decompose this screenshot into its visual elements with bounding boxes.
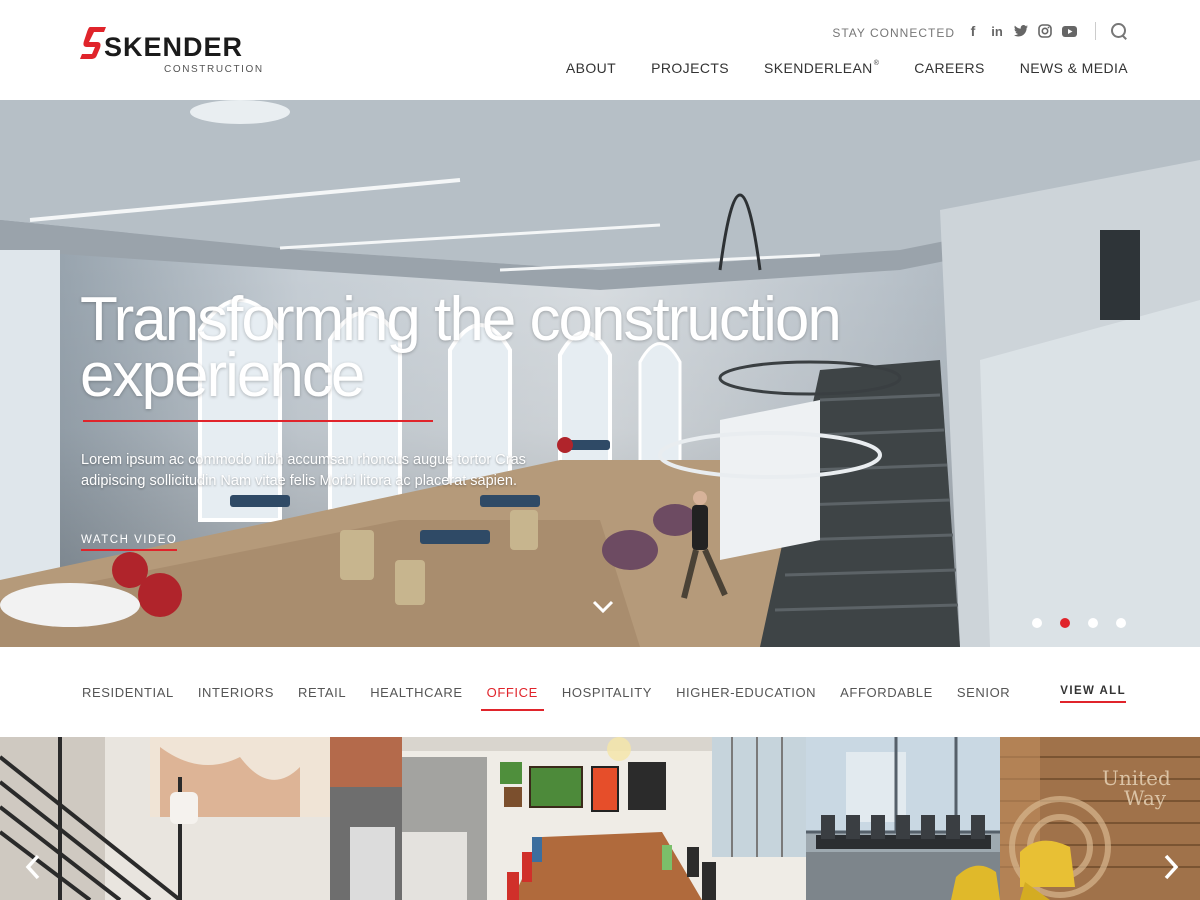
tab-retail[interactable]: RETAIL [298, 685, 346, 705]
skender-logo[interactable]: SKENDER CONSTRUCTION [80, 26, 270, 78]
united-way-sign-line2: Way [1124, 786, 1167, 810]
hero-banner: Transforming the construction experience… [0, 100, 1200, 647]
facebook-icon[interactable]: f [965, 23, 981, 39]
slide-dot-2[interactable] [1060, 618, 1070, 628]
project-image [402, 737, 806, 900]
nav-item-skenderlean[interactable]: SKENDERLEAN® [764, 60, 879, 76]
slide-indicators [1032, 618, 1126, 628]
nav-item-projects[interactable]: PROJECTS [651, 60, 729, 76]
slide-dot-1[interactable] [1032, 618, 1042, 628]
watch-video-link[interactable]: WATCH VIDEO [81, 534, 178, 551]
project-image [0, 737, 402, 900]
logo-s-mark-icon [80, 27, 106, 59]
project-tile-kitchen[interactable] [402, 737, 806, 900]
main-nav: ABOUT PROJECTS SKENDERLEAN® CAREERS NEWS… [531, 60, 1128, 76]
youtube-icon[interactable] [1061, 23, 1077, 39]
tab-office[interactable]: OFFICE [480, 685, 545, 711]
nav-item-skenderlean-label: SKENDERLEAN [764, 60, 873, 76]
nav-item-careers[interactable]: CAREERS [914, 60, 984, 76]
slide-dot-4[interactable] [1116, 618, 1126, 628]
social-links: f in [965, 23, 1077, 39]
linkedin-icon[interactable]: in [989, 23, 1005, 39]
tab-healthcare[interactable]: HEALTHCARE [370, 685, 462, 705]
nav-item-news-media[interactable]: NEWS & MEDIA [1020, 60, 1128, 76]
brand-name: SKENDER [104, 32, 244, 62]
nav-item-about[interactable]: ABOUT [566, 60, 616, 76]
tab-affordable[interactable]: AFFORDABLE [840, 685, 933, 705]
slide-dot-3[interactable] [1088, 618, 1098, 628]
hero-title: Transforming the construction experience [80, 285, 842, 410]
site-header: SKENDER CONSTRUCTION STAY CONNECTED f in… [0, 0, 1200, 100]
brand-subtitle: CONSTRUCTION [164, 64, 264, 75]
hero-title-underline [83, 420, 433, 422]
project-image [806, 737, 1000, 900]
chevron-down-icon[interactable] [592, 600, 614, 614]
tab-residential[interactable]: RESIDENTIAL [82, 685, 174, 705]
tab-hospitality[interactable]: HOSPITALITY [562, 685, 652, 705]
chevron-left-icon[interactable] [22, 853, 44, 881]
twitter-icon[interactable] [1013, 23, 1029, 39]
hero-description: Lorem ipsum ac commodo nibh accumsan rho… [81, 452, 526, 489]
utility-divider [1095, 22, 1096, 40]
view-all-link[interactable]: VIEW ALL [1060, 685, 1126, 703]
chevron-right-icon[interactable] [1160, 853, 1182, 881]
search-icon[interactable] [1110, 22, 1128, 40]
utility-bar: STAY CONNECTED f in [832, 20, 1128, 42]
registered-mark: ® [873, 60, 880, 67]
project-carousel: United Way [0, 737, 1200, 900]
project-category-filter: RESIDENTIAL INTERIORS RETAIL HEALTHCARE … [0, 647, 1200, 737]
tab-interiors[interactable]: INTERIORS [198, 685, 274, 705]
project-tile-conference[interactable] [806, 737, 1000, 900]
tab-senior[interactable]: SENIOR [957, 685, 1010, 705]
project-tile-staircase[interactable] [0, 737, 402, 900]
stay-connected-label: STAY CONNECTED [832, 26, 955, 40]
instagram-icon[interactable] [1037, 23, 1053, 39]
category-tabs: RESIDENTIAL INTERIORS RETAIL HEALTHCARE … [82, 685, 1034, 711]
tab-higher-education[interactable]: HIGHER-EDUCATION [676, 685, 816, 705]
